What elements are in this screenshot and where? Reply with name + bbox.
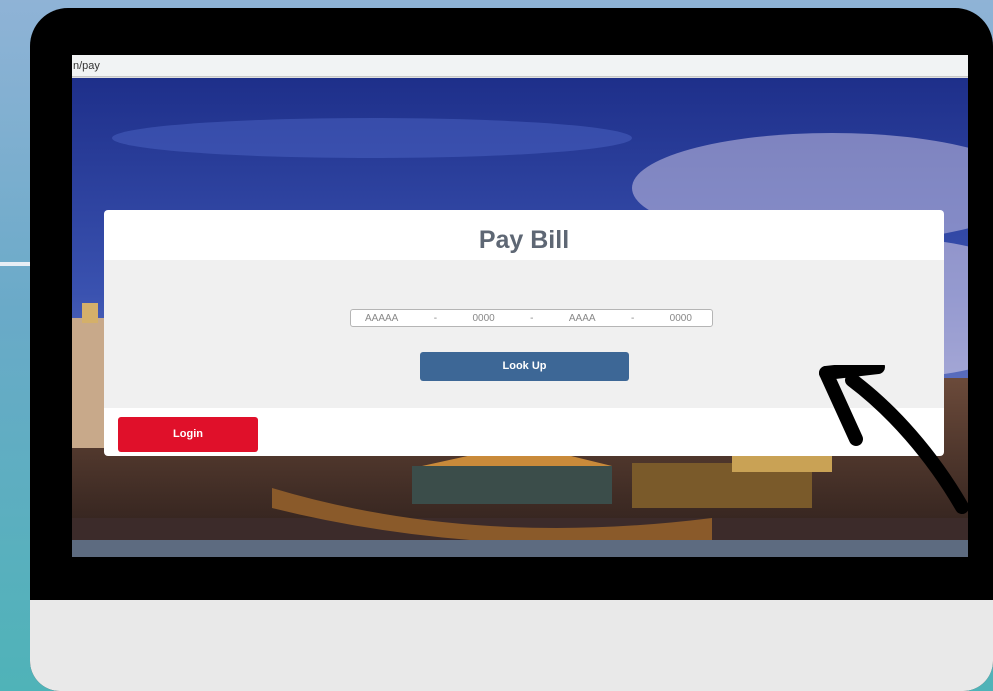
- hand-drawn-arrow-icon: [819, 365, 968, 514]
- account-number-input[interactable]: AAAAA - 0000 - AAAA - 0000: [350, 309, 713, 327]
- login-button[interactable]: Login: [118, 417, 258, 452]
- page-title: Pay Bill: [478, 226, 570, 254]
- monitor-frame: n/pay Pay Bill AAAAA - 0000 - AAAA - 000…: [30, 8, 993, 691]
- url-text: n/pay: [73, 60, 100, 72]
- separator: -: [630, 312, 635, 324]
- segment-3-placeholder[interactable]: AAAA: [569, 313, 596, 324]
- address-bar[interactable]: n/pay: [72, 55, 968, 77]
- browser-screen: n/pay Pay Bill AAAAA - 0000 - AAAA - 000…: [72, 55, 968, 557]
- segment-1-placeholder[interactable]: AAAAA: [365, 313, 398, 324]
- separator: -: [433, 312, 438, 324]
- separator: -: [530, 312, 534, 324]
- segment-4-placeholder[interactable]: 0000: [670, 313, 692, 324]
- segment-2-placeholder[interactable]: 0000: [472, 313, 494, 324]
- look-up-button[interactable]: Look Up: [420, 352, 629, 381]
- monitor-chin: [30, 600, 993, 691]
